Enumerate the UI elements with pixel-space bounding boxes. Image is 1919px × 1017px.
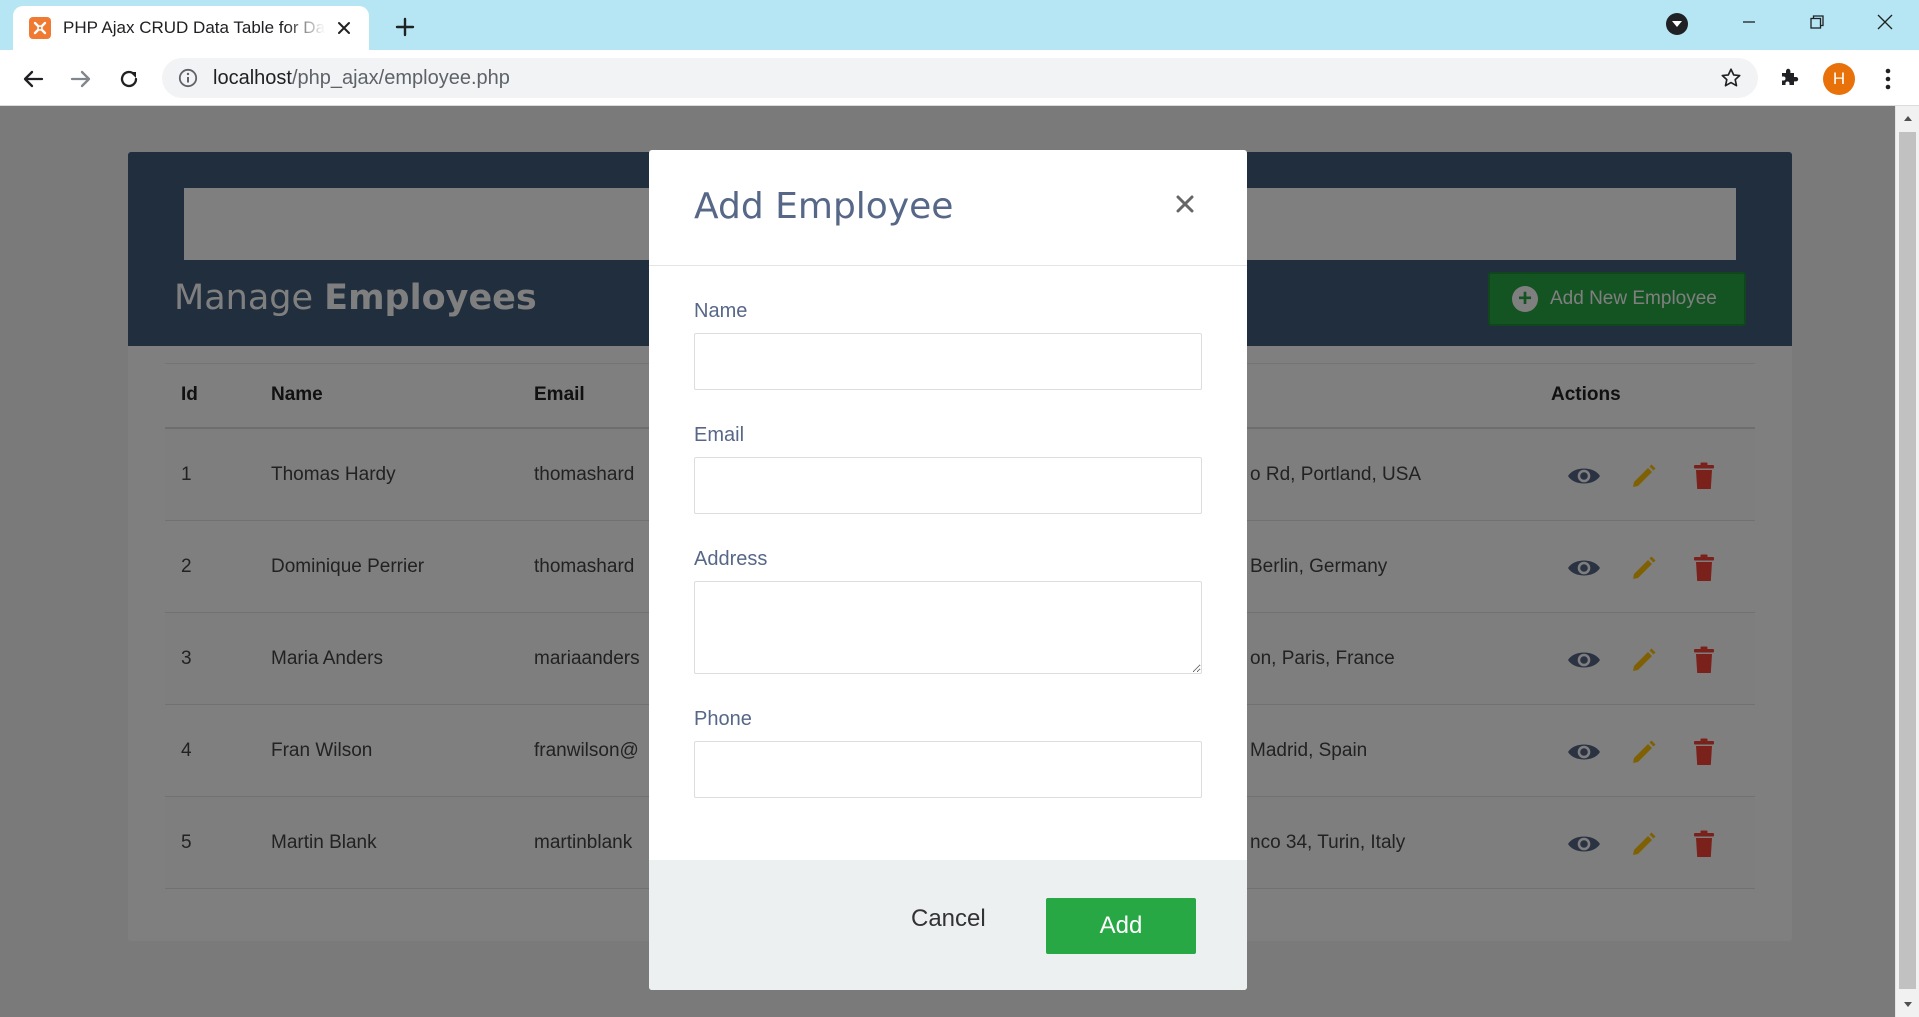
tab-close-icon[interactable] [333, 17, 355, 39]
scrollbar-thumb[interactable] [1899, 132, 1916, 989]
forward-arrow-icon[interactable] [66, 64, 96, 94]
profile-avatar[interactable]: H [1823, 63, 1855, 95]
add-button[interactable]: Add [1046, 898, 1196, 954]
email-input[interactable] [694, 457, 1202, 514]
modal-footer: Cancel Add [649, 860, 1247, 990]
xampp-favicon-icon [29, 17, 51, 39]
scroll-up-arrow-icon[interactable] [1896, 106, 1919, 130]
url-text: localhost/php_ajax/employee.php [213, 66, 510, 89]
modal-header: Add Employee [649, 150, 1247, 266]
phone-input[interactable] [694, 741, 1202, 798]
kebab-menu-icon[interactable] [1878, 66, 1898, 92]
cancel-button[interactable]: Cancel [911, 905, 986, 933]
address-bar[interactable]: localhost/php_ajax/employee.php [162, 58, 1758, 98]
address-label: Address [694, 548, 768, 570]
tab-search-icon[interactable] [1666, 13, 1688, 35]
extensions-puzzle-icon[interactable] [1778, 65, 1804, 91]
minimize-icon[interactable] [1715, 0, 1783, 44]
new-tab-icon[interactable] [390, 12, 420, 42]
reload-icon[interactable] [114, 64, 144, 94]
close-window-icon[interactable] [1851, 0, 1919, 44]
email-label: Email [694, 424, 745, 446]
name-input[interactable] [694, 333, 1202, 390]
browser-tabstrip: PHP Ajax CRUD Data Table for Database [0, 0, 1919, 50]
window-controls [1715, 0, 1919, 44]
address-textarea[interactable] [694, 581, 1202, 674]
modal-title: Add Employee [694, 186, 954, 227]
name-label: Name [694, 300, 748, 322]
scroll-down-arrow-icon[interactable] [1896, 993, 1919, 1017]
back-arrow-icon[interactable] [18, 64, 48, 94]
site-info-icon[interactable] [177, 67, 199, 89]
close-icon[interactable] [1169, 188, 1201, 220]
phone-label: Phone [694, 708, 752, 730]
tab-title: PHP Ajax CRUD Data Table for Database [63, 18, 325, 37]
bookmark-star-icon[interactable] [1720, 67, 1742, 89]
vertical-scrollbar[interactable] [1895, 106, 1919, 1017]
browser-tab[interactable]: PHP Ajax CRUD Data Table for Database [13, 6, 369, 50]
page-viewport: Manage Employees + Add New Employee Id N… [0, 106, 1895, 1017]
browser-toolbar: localhost/php_ajax/employee.php H [0, 50, 1919, 106]
restore-icon[interactable] [1783, 0, 1851, 44]
add-employee-modal: Add Employee Name Email Address Phone Ca… [649, 150, 1247, 990]
